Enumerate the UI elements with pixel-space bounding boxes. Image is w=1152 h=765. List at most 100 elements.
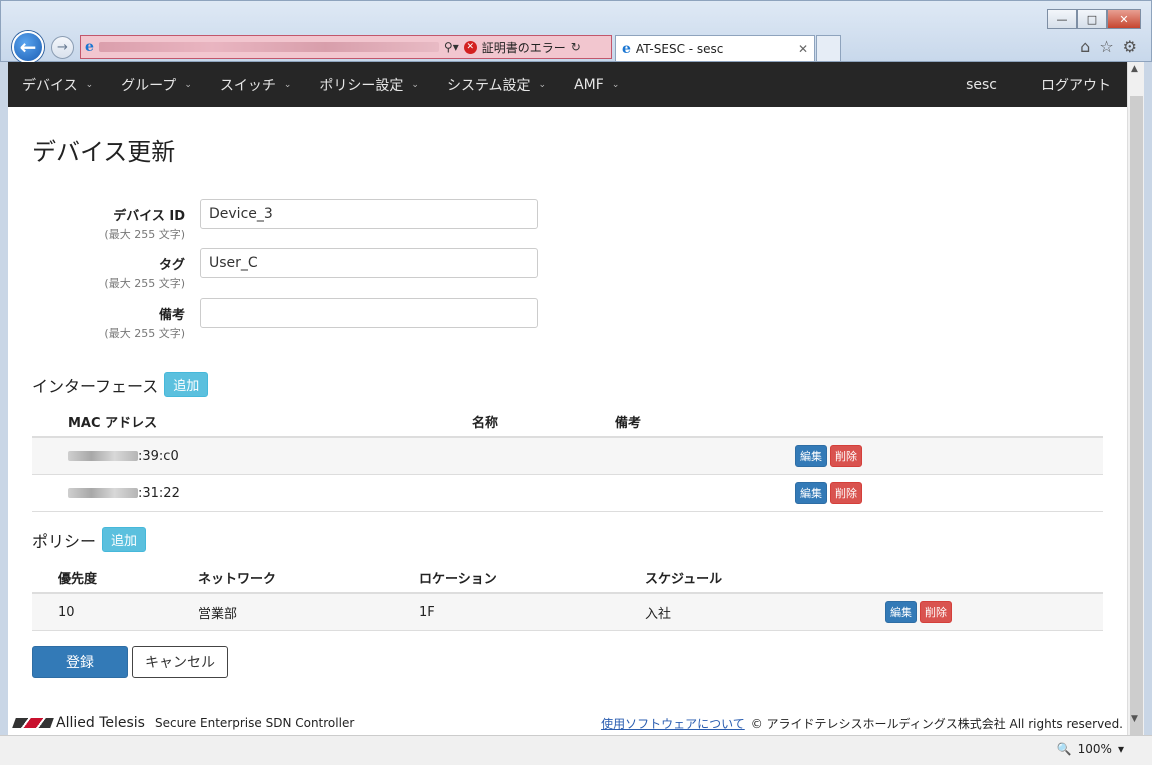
brand-name: Allied Telesis (56, 715, 145, 731)
name-cell (472, 474, 615, 512)
edit-button[interactable]: 編集 (795, 482, 827, 504)
close-icon[interactable]: ✕ (1107, 9, 1141, 29)
tab-close-icon[interactable]: ✕ (798, 42, 808, 56)
vertical-scrollbar[interactable]: ▲ ▼ (1127, 62, 1144, 746)
chevron-down-icon: ⌄ (184, 79, 192, 90)
settings-gear-icon[interactable]: ⚙ (1123, 37, 1137, 56)
nav-label: デバイス (22, 77, 78, 94)
nav-amf[interactable]: AMF ⌄ (560, 77, 633, 93)
col-actions (795, 406, 1103, 438)
edit-button[interactable]: 編集 (885, 601, 917, 623)
favorites-star-icon[interactable]: ☆ (1099, 37, 1113, 56)
delete-button[interactable]: 削除 (920, 601, 952, 623)
mac-suffix: :39:c0 (138, 448, 179, 464)
brand-logo: Allied Telesis (12, 715, 145, 731)
nav-groups[interactable]: グループ ⌄ (107, 75, 206, 95)
software-info-link[interactable]: 使用ソフトウェアについて (601, 715, 745, 732)
mac-cell: :39:c0 (32, 437, 472, 475)
interfaces-title: インターフェース (32, 376, 159, 396)
submit-button[interactable]: 登録 (32, 646, 128, 678)
status-bar: 🔍 100% ▾ (0, 735, 1152, 765)
nav-switches[interactable]: スイッチ ⌄ (206, 75, 306, 95)
col-priority: 優先度 (32, 562, 198, 594)
note-cell (615, 474, 795, 512)
maximize-icon[interactable]: □ (1077, 9, 1107, 29)
ie-logo-icon: e (85, 39, 94, 55)
product-name: Secure Enterprise SDN Controller (154, 716, 355, 730)
mac-cell: :31:22 (32, 474, 472, 512)
tag-input[interactable] (200, 248, 538, 278)
search-icon[interactable]: ⚲▾ (444, 40, 459, 54)
cancel-button[interactable]: キャンセル (132, 646, 228, 678)
nav-devices[interactable]: デバイス ⌄ (8, 75, 107, 95)
col-mac: MAC アドレス (32, 406, 472, 438)
forward-arrow-icon[interactable]: → (51, 36, 74, 59)
minimize-icon[interactable]: — (1047, 9, 1077, 29)
note-input[interactable] (200, 298, 538, 328)
browser-toolbar: ⌂ ☆ ⚙ (1080, 37, 1137, 56)
cert-error-text[interactable]: 証明書のエラー (482, 39, 566, 56)
logout-link[interactable]: ログアウト (1013, 75, 1127, 95)
add-policy-button[interactable]: 追加 (102, 527, 147, 552)
interfaces-section-title: インターフェース 追加 (32, 372, 209, 397)
nav-user[interactable]: sesc (938, 75, 1013, 95)
zoom-control[interactable]: 🔍 100% ▾ (1057, 742, 1124, 756)
chevron-down-icon: ⌄ (611, 79, 620, 90)
chevron-down-icon[interactable]: ▾ (1118, 742, 1124, 756)
scroll-down-icon[interactable]: ▼ (1131, 714, 1138, 724)
page-title: デバイス更新 (32, 138, 176, 166)
address-bar[interactable]: e ⚲▾ ✕ 証明書のエラー ↻ (80, 35, 612, 59)
tab-title: AT-SESC - sesc (635, 41, 724, 56)
cert-error-icon: ✕ (463, 40, 477, 54)
note-label: 備考 (最大 255 文字) (104, 304, 185, 341)
device-id-input[interactable] (200, 199, 538, 229)
col-note: 備考 (615, 406, 795, 438)
mac-redacted (68, 451, 138, 461)
scrollbar-thumb[interactable] (1130, 96, 1143, 746)
nav-label: システム設定 (446, 77, 531, 94)
zoom-level: 100% (1077, 742, 1112, 756)
location-cell: 1F (419, 593, 645, 631)
col-actions (885, 562, 1103, 594)
policies-table: 優先度 ネットワーク ロケーション スケジュール 10 営業部 1F 入社 編集… (32, 562, 1103, 631)
back-arrow-icon[interactable]: ← (12, 31, 44, 63)
nav-label: ポリシー設定 (319, 77, 404, 94)
nav-policy-settings[interactable]: ポリシー設定 ⌄ (305, 75, 433, 95)
refresh-icon[interactable]: ↻ (571, 40, 581, 54)
nav-label: グループ (121, 77, 177, 94)
edit-button[interactable]: 編集 (795, 445, 827, 467)
home-icon[interactable]: ⌂ (1080, 37, 1090, 56)
policies-header-row: 優先度 ネットワーク ロケーション スケジュール (32, 562, 1103, 594)
page-footer: Allied Telesis Secure Enterprise SDN Con… (8, 712, 1127, 734)
policies-section-title: ポリシー 追加 (32, 527, 147, 552)
new-tab-button[interactable] (816, 35, 841, 61)
actions-cell: 編集 削除 (795, 437, 1103, 475)
copyright-text: © アライドテレシスホールディングス株式会社 All rights reserv… (750, 716, 1123, 731)
interfaces-table: MAC アドレス 名称 備考 :39:c0 編集 削除 :31:22 編集 削除 (32, 406, 1103, 512)
nav-system-settings[interactable]: システム設定 ⌄ (433, 75, 560, 95)
interfaces-header-row: MAC アドレス 名称 備考 (32, 406, 1103, 438)
allied-telesis-logo-icon (12, 718, 54, 728)
device-id-label: デバイス ID (最大 255 文字) (104, 205, 185, 242)
mac-redacted (68, 488, 138, 498)
device-id-hint: (最大 255 文字) (104, 228, 185, 241)
col-name: 名称 (472, 406, 615, 438)
col-schedule: スケジュール (645, 562, 885, 594)
top-navbar: デバイス ⌄ グループ ⌄ スイッチ ⌄ ポリシー設定 ⌄ システム設定 ⌄ AMF ⌄ s… (8, 62, 1127, 107)
table-row: 10 営業部 1F 入社 編集 削除 (32, 593, 1103, 631)
browser-tab[interactable]: e AT-SESC - sesc ✕ (615, 35, 815, 61)
add-interface-button[interactable]: 追加 (164, 372, 209, 397)
actions-cell: 編集 削除 (885, 593, 1103, 631)
delete-button[interactable]: 削除 (830, 482, 862, 504)
tag-label-text: タグ (158, 258, 185, 273)
chevron-down-icon: ⌄ (283, 79, 292, 90)
nav-label: スイッチ (219, 77, 276, 94)
col-network: ネットワーク (198, 562, 419, 594)
zoom-magnifier-icon: 🔍 (1056, 742, 1072, 756)
mac-suffix: :31:22 (138, 485, 180, 501)
footer-right: 使用ソフトウェアについて © アライドテレシスホールディングス株式会社 All … (601, 715, 1123, 732)
scroll-up-icon[interactable]: ▲ (1131, 64, 1138, 74)
schedule-cell: 入社 (645, 593, 885, 631)
delete-button[interactable]: 削除 (830, 445, 862, 467)
chevron-down-icon: ⌄ (85, 79, 94, 90)
